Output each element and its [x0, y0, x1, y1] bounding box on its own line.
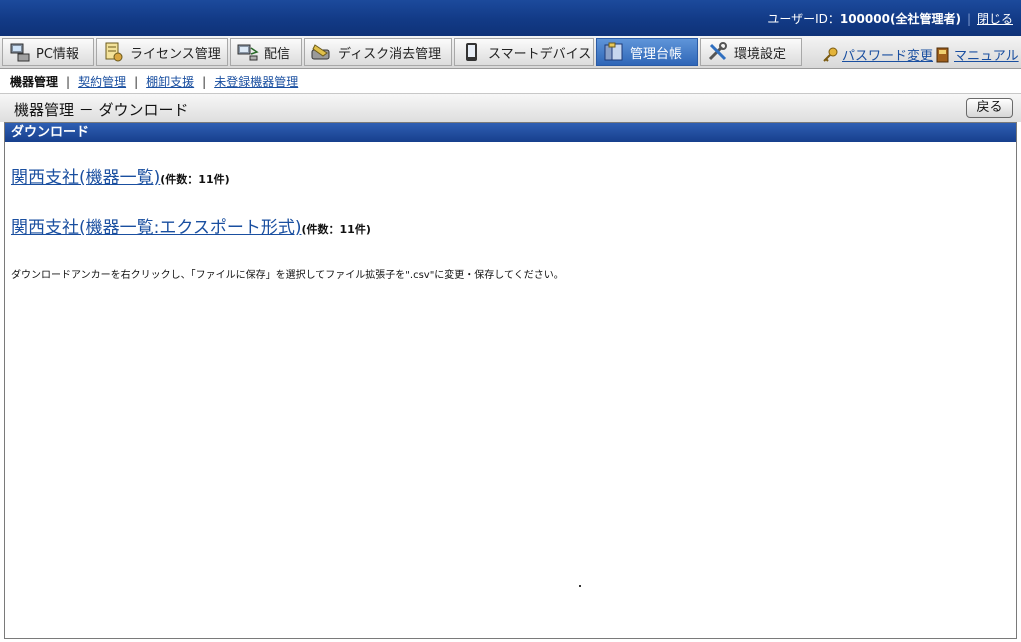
menu-item-license[interactable]: ライセンス管理 [96, 38, 228, 66]
menu-item-distribution[interactable]: 配信 [230, 38, 302, 66]
menu-item-ledger[interactable]: 管理台帳 [596, 38, 698, 66]
download-item: 関西支社(機器一覧:エクスポート形式)(件数：11件) [11, 213, 371, 238]
download-link-export-format[interactable]: 関西支社(機器一覧:エクスポート形式) [11, 218, 301, 238]
menu-item-label: ライセンス管理 [130, 46, 221, 62]
menu-item-label: スマートデバイス [488, 46, 592, 62]
download-count: (件数：11件) [301, 223, 371, 236]
divider: | [966, 12, 971, 26]
user-id-value: 100000(全社管理者) [839, 12, 961, 26]
top-header-bar: ユーザーID：100000(全社管理者) | 閉じる [0, 0, 1021, 36]
manual-link[interactable]: マニュアル [934, 45, 1019, 64]
download-link-device-list[interactable]: 関西支社(機器一覧) [11, 168, 160, 188]
book-icon [934, 47, 950, 63]
main-menu: PC情報 ライセンス管理 配信 ディスク消去管理 スマートデバイス 管理台帳 環… [0, 36, 1021, 69]
stray-dot [579, 585, 581, 587]
divider: | [134, 75, 139, 89]
password-change-link[interactable]: パスワード変更 [822, 45, 933, 64]
menu-item-label: PC情報 [36, 46, 79, 62]
menu-item-label: ディスク消去管理 [338, 46, 442, 62]
password-change-label: パスワード変更 [842, 49, 934, 64]
download-item: 関西支社(機器一覧)(件数：11件) [11, 163, 230, 188]
download-instructions: ダウンロードアンカーを右クリックし、「ファイルに保存」を選択してファイル拡張子を… [11, 270, 564, 281]
close-link[interactable]: 閉じる [977, 12, 1013, 26]
ledger-icon [603, 42, 625, 62]
page-title: 機器管理 － ダウンロード [14, 101, 189, 119]
download-panel: ダウンロード 関西支社(機器一覧)(件数：11件) 関西支社(機器一覧:エクスポ… [4, 122, 1017, 639]
settings-tools-icon [707, 42, 729, 62]
menu-item-label: 配信 [264, 46, 291, 62]
key-icon [822, 47, 838, 63]
smartphone-icon [461, 42, 483, 62]
back-button[interactable]: 戻る [966, 98, 1013, 118]
subnav-current: 機器管理 [10, 75, 59, 89]
menu-item-pc-info[interactable]: PC情報 [2, 38, 94, 66]
pc-icon [9, 42, 31, 62]
menu-item-label: 環境設定 [734, 46, 787, 62]
panel-header: ダウンロード [5, 123, 1016, 142]
menu-item-settings[interactable]: 環境設定 [700, 38, 802, 66]
user-info: ユーザーID：100000(全社管理者) | 閉じる [767, 10, 1013, 27]
subnav-link-unregistered[interactable]: 未登録機器管理 [214, 75, 298, 89]
manual-label: マニュアル [954, 49, 1019, 64]
subnav-link-contract[interactable]: 契約管理 [78, 75, 126, 89]
disk-erase-icon [311, 42, 333, 62]
divider: | [66, 75, 71, 89]
license-icon [103, 42, 125, 62]
page-title-bar: 機器管理 － ダウンロード 戻る [0, 93, 1021, 122]
menu-item-smart-device[interactable]: スマートデバイス [454, 38, 594, 66]
menu-item-disk-erase[interactable]: ディスク消去管理 [304, 38, 452, 66]
subnav-link-inventory[interactable]: 棚卸支援 [146, 75, 194, 89]
user-id-label: ユーザーID： [767, 12, 840, 26]
divider: | [202, 75, 207, 89]
distribution-icon [237, 42, 259, 62]
menu-item-label: 管理台帳 [630, 46, 683, 62]
download-count: (件数：11件) [160, 173, 230, 186]
sub-navigation: 機器管理 | 契約管理 | 棚卸支援 | 未登録機器管理 [0, 69, 1021, 93]
